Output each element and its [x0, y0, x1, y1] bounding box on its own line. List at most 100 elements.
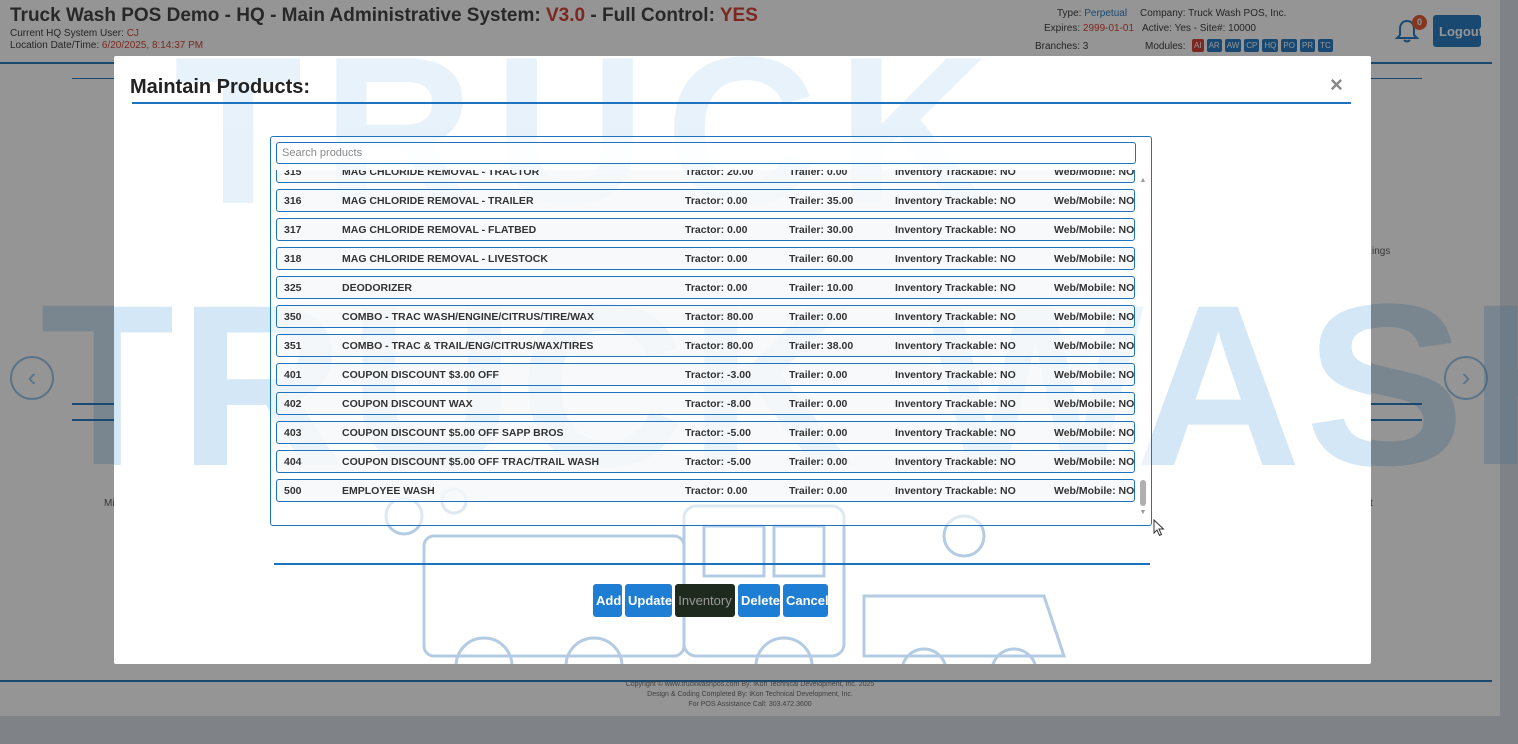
product-name: COUPON DISCOUNT $3.00 OFF	[342, 369, 499, 381]
product-tractor-price: Tractor: 0.00	[685, 195, 748, 207]
product-inventory-trackable: Inventory Trackable: NO	[895, 340, 1016, 352]
product-trailer-price: Trailer: 0.00	[789, 170, 848, 178]
product-tractor-price: Tractor: 80.00	[685, 311, 754, 323]
product-web-mobile: Web/Mobile: NO	[1054, 398, 1135, 410]
product-web-mobile: Web/Mobile: NO	[1054, 485, 1135, 497]
product-tractor-price: Tractor: 20.00	[685, 170, 754, 178]
product-row[interactable]: 318 MAG CHLORIDE REMOVAL - LIVESTOCK Tra…	[276, 247, 1135, 270]
product-inventory-trackable: Inventory Trackable: NO	[895, 456, 1016, 468]
product-inventory-trackable: Inventory Trackable: NO	[895, 369, 1016, 381]
product-trailer-price: Trailer: 60.00	[789, 253, 854, 265]
product-row[interactable]: 350 COMBO - TRAC WASH/ENGINE/CITRUS/TIRE…	[276, 305, 1135, 328]
product-inventory-trackable: Inventory Trackable: NO	[895, 311, 1016, 323]
product-trailer-price: Trailer: 0.00	[789, 398, 848, 410]
product-web-mobile: Web/Mobile: NO	[1054, 427, 1135, 439]
scroll-up-icon[interactable]: ▲	[1139, 177, 1147, 185]
product-tractor-price: Tractor: -3.00	[685, 369, 751, 381]
product-list-scrollbar[interactable]: ▲ ▼	[1139, 177, 1147, 517]
product-id: 401	[284, 369, 302, 381]
product-row[interactable]: 316 MAG CHLORIDE REMOVAL - TRAILER Tract…	[276, 189, 1135, 212]
add-button[interactable]: Add	[593, 584, 622, 617]
cancel-button[interactable]: Cancel	[783, 584, 829, 617]
product-web-mobile: Web/Mobile: NO	[1054, 282, 1135, 294]
product-row[interactable]: 500 EMPLOYEE WASH Tractor: 0.00 Trailer:…	[276, 479, 1135, 502]
product-id: 402	[284, 398, 302, 410]
product-row[interactable]: 402 COUPON DISCOUNT WAX Tractor: -8.00 T…	[276, 392, 1135, 415]
product-id: 317	[284, 224, 302, 236]
product-inventory-trackable: Inventory Trackable: NO	[895, 253, 1016, 265]
product-web-mobile: Web/Mobile: NO	[1054, 456, 1135, 468]
product-name: COUPON DISCOUNT $5.00 OFF TRAC/TRAIL WAS…	[342, 456, 600, 468]
product-tractor-price: Tractor: -8.00	[685, 398, 751, 410]
product-row[interactable]: 351 COMBO - TRAC & TRAIL/ENG/CITRUS/WAX/…	[276, 334, 1135, 357]
product-trailer-price: Trailer: 30.00	[789, 224, 854, 236]
scroll-down-icon[interactable]: ▼	[1139, 509, 1147, 517]
product-trailer-price: Trailer: 38.00	[789, 340, 854, 352]
product-tractor-price: Tractor: 80.00	[685, 340, 754, 352]
product-inventory-trackable: Inventory Trackable: NO	[895, 170, 1016, 178]
product-inventory-trackable: Inventory Trackable: NO	[895, 224, 1016, 236]
product-id: 315	[284, 170, 302, 178]
product-name: COUPON DISCOUNT WAX	[342, 398, 473, 410]
product-name: EMPLOYEE WASH	[342, 485, 435, 497]
product-name: MAG CHLORIDE REMOVAL - FLATBED	[342, 224, 537, 236]
product-trailer-price: Trailer: 0.00	[789, 427, 848, 439]
product-web-mobile: Web/Mobile: NO	[1054, 224, 1135, 236]
close-icon[interactable]: ×	[1330, 72, 1343, 98]
product-inventory-trackable: Inventory Trackable: NO	[895, 195, 1016, 207]
button-divider	[274, 563, 1150, 565]
update-button[interactable]: Update	[625, 584, 672, 617]
product-list-panel: 315 MAG CHLORIDE REMOVAL - TRACTOR Tract…	[270, 136, 1152, 526]
product-tractor-price: Tractor: 0.00	[685, 224, 748, 236]
product-inventory-trackable: Inventory Trackable: NO	[895, 398, 1016, 410]
product-name: MAG CHLORIDE REMOVAL - TRACTOR	[342, 170, 540, 178]
product-trailer-price: Trailer: 35.00	[789, 195, 854, 207]
product-row[interactable]: 325 DEODORIZER Tractor: 0.00 Trailer: 10…	[276, 276, 1135, 299]
product-row[interactable]: 403 COUPON DISCOUNT $5.00 OFF SAPP BROS …	[276, 421, 1135, 444]
product-tractor-price: Tractor: 0.00	[685, 485, 748, 497]
delete-button[interactable]: Delete	[738, 584, 780, 617]
product-row[interactable]: 401 COUPON DISCOUNT $3.00 OFF Tractor: -…	[276, 363, 1135, 386]
product-inventory-trackable: Inventory Trackable: NO	[895, 485, 1016, 497]
product-tractor-price: Tractor: -5.00	[685, 427, 751, 439]
modal-title: Maintain Products:	[130, 76, 311, 98]
product-list: 315 MAG CHLORIDE REMOVAL - TRACTOR Tract…	[276, 170, 1136, 515]
product-id: 318	[284, 253, 302, 265]
product-web-mobile: Web/Mobile: NO	[1054, 369, 1135, 381]
product-name: COMBO - TRAC & TRAIL/ENG/CITRUS/WAX/TIRE…	[342, 340, 594, 352]
product-web-mobile: Web/Mobile: NO	[1054, 253, 1135, 265]
scrollbar-thumb[interactable]	[1140, 480, 1146, 506]
product-id: 350	[284, 311, 302, 323]
product-name: DEODORIZER	[342, 282, 413, 294]
product-web-mobile: Web/Mobile: NO	[1054, 170, 1135, 178]
product-name: MAG CHLORIDE REMOVAL - LIVESTOCK	[342, 253, 548, 265]
action-buttons: Add Update Inventory Delete Cancel	[593, 584, 829, 617]
product-row[interactable]: 317 MAG CHLORIDE REMOVAL - FLATBED Tract…	[276, 218, 1135, 241]
product-row[interactable]: 315 MAG CHLORIDE REMOVAL - TRACTOR Tract…	[276, 170, 1135, 183]
product-trailer-price: Trailer: 0.00	[789, 456, 848, 468]
modal-title-divider	[132, 102, 1351, 104]
product-trailer-price: Trailer: 0.00	[789, 485, 848, 497]
product-id: 500	[284, 485, 302, 497]
product-trailer-price: Trailer: 0.00	[789, 369, 848, 381]
product-web-mobile: Web/Mobile: NO	[1054, 340, 1135, 352]
product-web-mobile: Web/Mobile: NO	[1054, 195, 1135, 207]
product-inventory-trackable: Inventory Trackable: NO	[895, 282, 1016, 294]
product-tractor-price: Tractor: 0.00	[685, 253, 748, 265]
product-name: COUPON DISCOUNT $5.00 OFF SAPP BROS	[342, 427, 564, 439]
product-id: 404	[284, 456, 302, 468]
product-name: MAG CHLORIDE REMOVAL - TRAILER	[342, 195, 534, 207]
product-inventory-trackable: Inventory Trackable: NO	[895, 427, 1016, 439]
product-trailer-price: Trailer: 10.00	[789, 282, 854, 294]
product-row[interactable]: 404 COUPON DISCOUNT $5.00 OFF TRAC/TRAIL…	[276, 450, 1135, 473]
product-web-mobile: Web/Mobile: NO	[1054, 311, 1135, 323]
maintain-products-modal: TRUCK TRUCK WASH Maintain Products: × 31…	[114, 56, 1371, 664]
product-id: 325	[284, 282, 302, 294]
product-name: COMBO - TRAC WASH/ENGINE/CITRUS/TIRE/WAX	[342, 311, 594, 323]
search-input[interactable]	[276, 142, 1136, 164]
product-tractor-price: Tractor: -5.00	[685, 456, 751, 468]
mouse-pointer-icon	[1153, 519, 1165, 537]
product-id: 351	[284, 340, 302, 352]
product-id: 316	[284, 195, 302, 207]
inventory-button[interactable]: Inventory	[675, 584, 735, 617]
